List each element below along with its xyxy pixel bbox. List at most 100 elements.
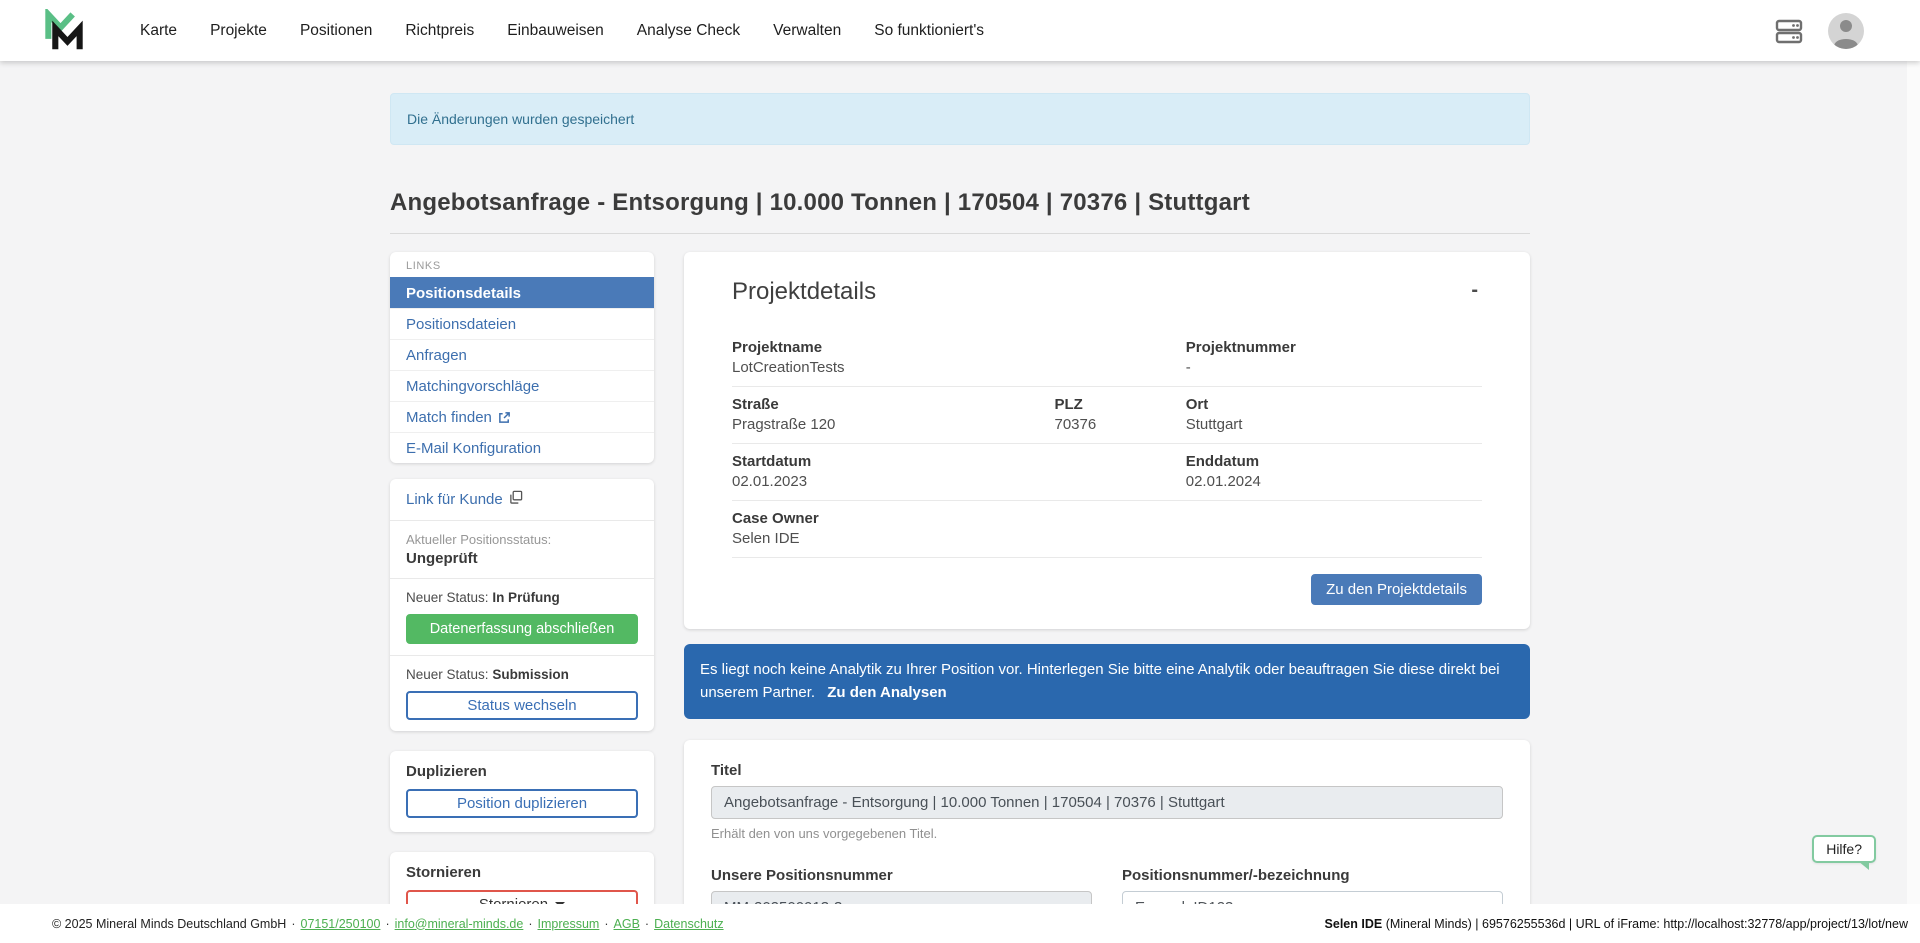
sidebar-item-label: Match finden: [406, 402, 492, 433]
user-avatar[interactable]: [1828, 13, 1864, 49]
footer-left: © 2025 Mineral Minds Deutschland GmbH · …: [52, 917, 724, 931]
project-details-title: Projektdetails: [732, 278, 876, 306]
footer-separator: ·: [385, 917, 389, 931]
main-nav: Karte Projekte Positionen Richtpreis Ein…: [140, 22, 984, 40]
links-card-header: LINKS: [390, 252, 654, 277]
strasse-label: Straße: [732, 396, 1055, 413]
new-status-line-1: Neuer Status: In Prüfung: [406, 590, 638, 605]
nav-item-einbauweisen[interactable]: Einbauweisen: [507, 22, 604, 40]
nav-item-projekte[interactable]: Projekte: [210, 22, 267, 40]
titel-field: Titel Erhält den von uns vorgegebenen Ti…: [711, 762, 1503, 841]
custom-number-label: Positionsnummer/-bezeichnung: [1122, 867, 1503, 884]
nav-item-so-funktionierts[interactable]: So funktioniert's: [874, 22, 984, 40]
startdatum-value: 02.01.2023: [732, 473, 1055, 490]
go-to-analyses-link[interactable]: Zu den Analysen: [827, 684, 946, 701]
footer-separator: ·: [528, 917, 532, 931]
help-button[interactable]: Hilfe?: [1812, 835, 1876, 863]
go-to-project-details-button[interactable]: Zu den Projektdetails: [1311, 574, 1482, 605]
plz-label: PLZ: [1055, 396, 1186, 413]
duplicate-card-title: Duplizieren: [406, 763, 638, 780]
customer-link-label: Link für Kunde: [406, 491, 503, 508]
field-row: Straße Pragstraße 120 PLZ 70376 Ort Stut…: [732, 387, 1482, 444]
ort-value: Stuttgart: [1186, 416, 1482, 433]
new-status-prefix: Neuer Status:: [406, 667, 489, 682]
complete-data-entry-button[interactable]: Datenerfassung abschließen: [406, 614, 638, 644]
content-column: Projektdetails - Projektname LotCreation…: [684, 252, 1530, 943]
new-status-value: In Prüfung: [492, 590, 560, 605]
analytics-info-banner: Es liegt noch keine Analytik zu Ihrer Po…: [684, 644, 1530, 719]
sidebar-item-label: Positionsdateien: [406, 309, 516, 340]
left-sidebar: LINKS Positionsdetails Positionsdateien …: [390, 252, 654, 943]
footer-agb-link[interactable]: AGB: [614, 917, 640, 931]
nav-item-karte[interactable]: Karte: [140, 22, 177, 40]
footer-impressum-link[interactable]: Impressum: [538, 917, 600, 931]
titel-label: Titel: [711, 762, 1503, 779]
alert-message: Die Änderungen wurden gespeichert: [407, 111, 634, 127]
navbar-right: [1774, 13, 1864, 49]
new-status-value: Submission: [492, 667, 569, 682]
analytics-banner-message: Es liegt noch keine Analytik zu Ihrer Po…: [700, 661, 1500, 701]
footer-separator: ·: [291, 917, 295, 931]
sidebar-item-matchingvorschlaege[interactable]: Matchingvorschläge: [390, 370, 654, 401]
top-navbar: Karte Projekte Positionen Richtpreis Ein…: [0, 0, 1920, 61]
sidebar-item-anfragen[interactable]: Anfragen: [390, 339, 654, 370]
footer-user-name: Selen IDE: [1325, 917, 1383, 931]
sidebar-item-match-finden[interactable]: Match finden: [390, 401, 654, 432]
strasse-value: Pragstraße 120: [732, 416, 1055, 433]
server-icon[interactable]: [1774, 17, 1804, 45]
cancel-card-title: Stornieren: [406, 864, 638, 881]
external-link-icon: [498, 411, 511, 424]
project-details-card: Projektdetails - Projektname LotCreation…: [684, 252, 1530, 629]
page-title: Angebotsanfrage - Entsorgung | 10.000 To…: [390, 189, 1530, 217]
page-scrollbar[interactable]: [1907, 61, 1920, 904]
nav-item-verwalten[interactable]: Verwalten: [773, 22, 841, 40]
field-row: Projektname LotCreationTests Projektnumm…: [732, 330, 1482, 387]
footer-session-details: (Mineral Minds) | 69576255536d | URL of …: [1382, 917, 1908, 931]
customer-link[interactable]: Link für Kunde: [406, 490, 523, 508]
field-row: Case Owner Selen IDE: [732, 501, 1482, 558]
startdatum-label: Startdatum: [732, 453, 1055, 470]
mineral-minds-logo[interactable]: [44, 9, 84, 53]
footer-separator: ·: [604, 917, 608, 931]
current-status-value: Ungeprüft: [406, 550, 638, 567]
plz-value: 70376: [1055, 416, 1186, 433]
page-footer: © 2025 Mineral Minds Deutschland GmbH · …: [0, 904, 1920, 943]
sidebar-item-label: E-Mail Konfiguration: [406, 433, 541, 464]
sidebar-item-positionsdateien[interactable]: Positionsdateien: [390, 308, 654, 339]
footer-email-link[interactable]: info@mineral-minds.de: [395, 917, 524, 931]
new-status-prefix: Neuer Status:: [406, 590, 489, 605]
nav-item-positionen[interactable]: Positionen: [300, 22, 372, 40]
nav-item-analyse-check[interactable]: Analyse Check: [637, 22, 740, 40]
avatar-body-icon: [1834, 39, 1858, 49]
switch-status-button[interactable]: Status wechseln: [406, 691, 638, 720]
collapse-card-button[interactable]: -: [1467, 278, 1482, 302]
avatar-head-icon: [1840, 20, 1852, 32]
copy-icon: [509, 490, 523, 508]
nav-item-richtpreis[interactable]: Richtpreis: [405, 22, 474, 40]
case-owner-value: Selen IDE: [732, 530, 1055, 547]
titel-input: [711, 786, 1503, 819]
sidebar-item-positionsdetails[interactable]: Positionsdetails: [390, 277, 654, 308]
duplicate-card: Duplizieren Position duplizieren: [390, 751, 654, 832]
projektname-value: LotCreationTests: [732, 359, 1055, 376]
sidebar-item-email-konfiguration[interactable]: E-Mail Konfiguration: [390, 432, 654, 463]
save-success-alert: Die Änderungen wurden gespeichert: [390, 93, 1530, 145]
title-divider: [390, 233, 1530, 234]
duplicate-position-button[interactable]: Position duplizieren: [406, 789, 638, 818]
footer-phone-link[interactable]: 07151/250100: [301, 917, 381, 931]
case-owner-label: Case Owner: [732, 510, 1055, 527]
projektname-label: Projektname: [732, 339, 1055, 356]
copyright-text: © 2025 Mineral Minds Deutschland GmbH: [52, 917, 286, 931]
enddatum-label: Enddatum: [1186, 453, 1482, 470]
footer-separator: ·: [645, 917, 649, 931]
sidebar-item-label: Positionsdetails: [406, 278, 521, 309]
sidebar-item-label: Anfragen: [406, 340, 467, 371]
current-status-label: Aktueller Positionsstatus:: [406, 532, 638, 547]
projektnummer-label: Projektnummer: [1186, 339, 1482, 356]
ort-label: Ort: [1186, 396, 1482, 413]
position-number-label: Unsere Positionsnummer: [711, 867, 1092, 884]
field-row: Startdatum 02.01.2023 Enddatum 02.01.202…: [732, 444, 1482, 501]
status-card: Link für Kunde Aktueller Positionsstatus…: [390, 479, 654, 731]
sidebar-item-label: Matchingvorschläge: [406, 371, 539, 402]
footer-datenschutz-link[interactable]: Datenschutz: [654, 917, 723, 931]
